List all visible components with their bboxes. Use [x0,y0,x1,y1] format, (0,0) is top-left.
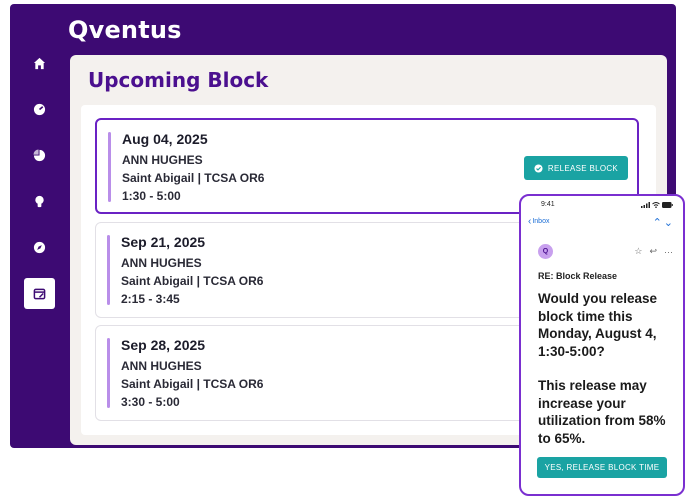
block-surgeon: ANN HUGHES [121,256,202,270]
block-time: 3:30 - 5:00 [121,395,180,409]
release-block-label: RELEASE BLOCK [547,163,619,173]
chevron-left-icon: ‹ [528,216,532,227]
phone-status-bar: 9:41 [521,201,683,213]
email-subject: RE: Block Release [538,271,618,281]
sidebar-nav [10,4,68,448]
status-indicators [641,202,673,208]
chevron-down-icon[interactable]: ⌄ [664,217,675,229]
nav-block-schedule[interactable] [24,278,55,309]
qventus-logo: Qventus [68,16,182,44]
confirm-release-button[interactable]: YES, RELEASE BLOCK TIME [537,457,667,478]
reply-icon[interactable]: ↩ [649,246,657,257]
block-location: Saint Abigail | TCSA OR6 [121,377,264,391]
status-clock: 9:41 [541,201,555,208]
block-surgeon: ANN HUGHES [122,153,203,167]
email-utilization-note: This release may increase your utilizati… [538,378,666,446]
gauge-icon [33,103,46,116]
block-time: 2:15 - 3:45 [121,292,180,306]
nav-dashboard[interactable] [24,94,55,125]
block-date: Sep 28, 2025 [121,337,206,353]
block-accent-bar [107,235,110,305]
check-circle-icon [534,163,543,173]
block-surgeon: ANN HUGHES [121,359,202,373]
release-block-button[interactable]: RELEASE BLOCK [524,156,628,180]
chevron-up-icon[interactable]: ⌃ [653,217,664,229]
email-question: Would you release block time this Monday… [538,291,658,359]
mail-toolbar: ‹ Inbox ⌃⌄ [521,216,683,230]
message-nav-arrows[interactable]: ⌃⌄ [653,216,675,229]
block-time: 1:30 - 5:00 [122,189,181,203]
block-date: Aug 04, 2025 [122,131,208,147]
wifi-icon [652,202,660,208]
nav-insights[interactable] [24,186,55,217]
page-title: Upcoming Block [88,68,269,92]
home-icon [33,57,46,70]
back-to-inbox[interactable]: ‹ Inbox [528,216,549,227]
star-icon[interactable]: ☆ [634,246,642,257]
calendar-edit-icon [33,288,46,300]
block-date: Sep 21, 2025 [121,234,206,250]
sender-avatar: Q [538,244,553,259]
signal-icon [641,202,650,208]
block-location: Saint Abigail | TCSA OR6 [122,171,265,185]
message-actions: ☆ ↩ ··· [634,246,673,257]
pie-chart-icon [33,149,46,162]
nav-home[interactable] [24,48,55,79]
battery-icon [662,202,673,208]
phone-email-mockup: 9:41 ‹ Inbox ⌃⌄ Q ☆ ↩ ··· RE: Block Rele… [519,194,685,496]
more-icon[interactable]: ··· [664,247,673,257]
inbox-label: Inbox [532,218,550,225]
email-body: Would you release block time this Monday… [538,290,678,464]
nav-explore[interactable] [24,232,55,263]
lightbulb-icon [35,195,44,208]
compass-icon [33,241,46,254]
block-location: Saint Abigail | TCSA OR6 [121,274,264,288]
block-accent-bar [108,132,111,202]
nav-analytics[interactable] [24,140,55,171]
block-accent-bar [107,338,110,408]
